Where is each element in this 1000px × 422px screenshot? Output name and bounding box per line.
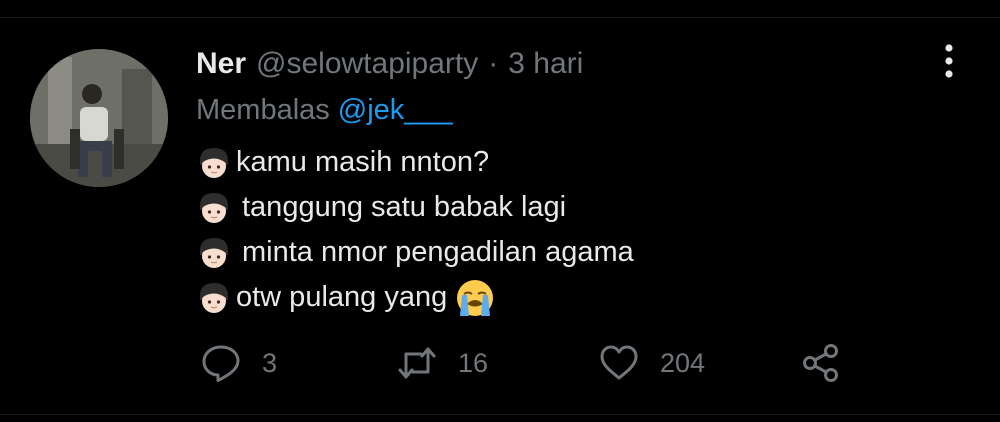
more-options-icon[interactable] bbox=[935, 44, 963, 78]
tweet-line: tanggung satu babak lagi bbox=[196, 185, 956, 230]
reply-icon bbox=[202, 345, 240, 382]
display-name[interactable]: Ner bbox=[196, 47, 246, 81]
tweet-line-text: kamu masih nnton? bbox=[236, 146, 490, 178]
heart-icon bbox=[600, 345, 638, 380]
tweet-body: kamu masih nnton? tanggung satu babak la… bbox=[196, 140, 956, 320]
like-count: 204 bbox=[660, 347, 706, 378]
avatar-photo bbox=[30, 49, 168, 187]
separator-dot: · bbox=[488, 47, 499, 80]
tweet-header: Ner @selowtapiparty · 3 hari bbox=[196, 44, 583, 84]
reply-mention-link[interactable]: @jek___ bbox=[338, 94, 453, 127]
reply-count: 3 bbox=[262, 347, 278, 378]
like-button[interactable]: 204 bbox=[598, 338, 705, 388]
retweet-icon bbox=[398, 347, 436, 379]
user-handle[interactable]: @selowtapiparty bbox=[256, 47, 478, 81]
bottom-divider bbox=[0, 414, 1000, 415]
person-face-emoji bbox=[200, 192, 228, 223]
tweet-line-text: tanggung satu babak lagi bbox=[242, 191, 567, 223]
timestamp[interactable]: 3 hari bbox=[508, 47, 583, 81]
share-icon bbox=[803, 344, 838, 382]
person-face-emoji bbox=[200, 147, 228, 178]
tweet-line-text: otw pulang yang bbox=[236, 281, 448, 313]
reply-prefix: Membalas bbox=[196, 93, 330, 126]
tweet-line: otw pulang yang bbox=[196, 275, 956, 320]
avatar[interactable] bbox=[30, 49, 168, 187]
tweet-line: kamu masih nnton? bbox=[196, 140, 956, 185]
retweet-button[interactable]: 16 bbox=[396, 338, 488, 388]
reply-button[interactable]: 3 bbox=[200, 338, 277, 388]
reply-context: Membalas @jek___ bbox=[196, 90, 453, 130]
tweet-line-text: minta nmor pengadilan agama bbox=[242, 236, 634, 268]
share-button[interactable] bbox=[800, 338, 842, 388]
top-divider bbox=[0, 17, 1000, 18]
person-face-emoji bbox=[200, 282, 228, 313]
tweet-line: minta nmor pengadilan agama bbox=[196, 230, 956, 275]
person-face-emoji bbox=[200, 237, 228, 268]
retweet-count: 16 bbox=[458, 347, 489, 378]
loudly-crying-face-emoji bbox=[457, 279, 494, 316]
